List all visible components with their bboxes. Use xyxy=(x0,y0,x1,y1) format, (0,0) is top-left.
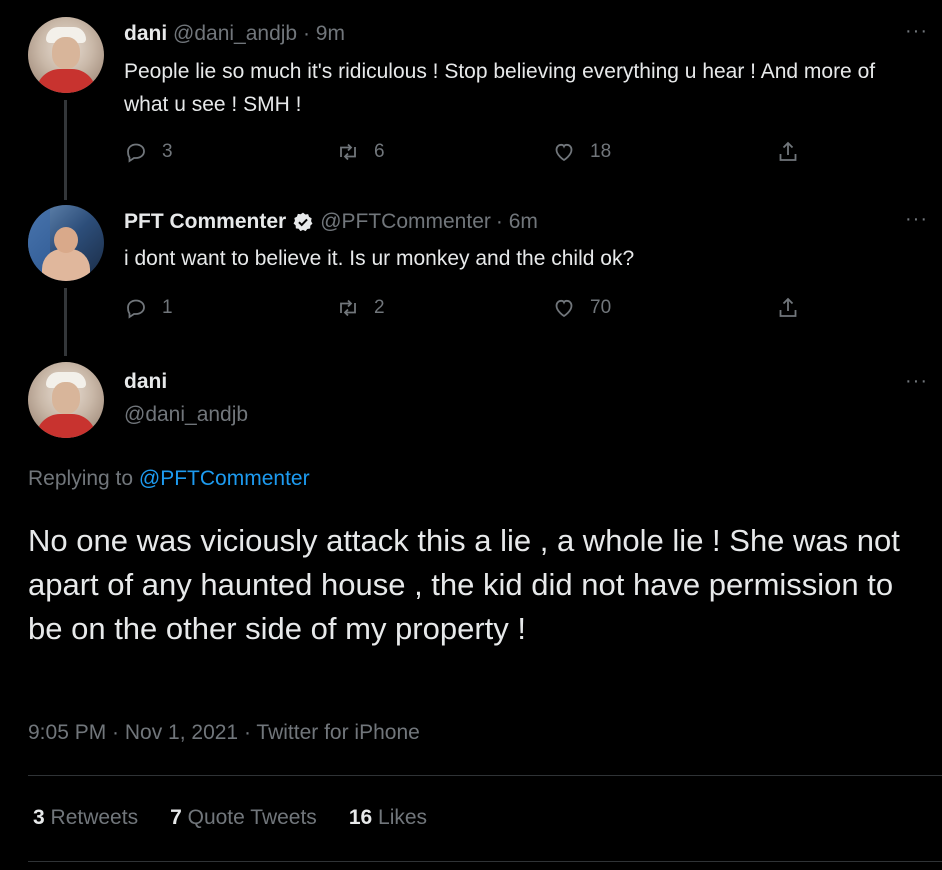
verified-badge-icon xyxy=(293,212,313,232)
likes-count: 16 xyxy=(348,806,373,829)
like-count: 18 xyxy=(590,141,612,162)
more-horizontal-icon[interactable]: ··· xyxy=(905,370,928,393)
author-handle[interactable]: @dani_andjb xyxy=(173,22,297,45)
likes-label: Likes xyxy=(378,806,428,829)
author-name[interactable]: PFT Commenter xyxy=(124,210,286,234)
heart-icon xyxy=(555,143,573,162)
thread-line xyxy=(64,100,67,200)
main-tweet-text: No one was viciously attack this a lie ,… xyxy=(28,523,900,646)
tweet-meta[interactable]: 9:05 PM · Nov 1, 2021 · Twitter for iPho… xyxy=(28,721,420,745)
retweet-button[interactable]: 2 xyxy=(336,296,385,320)
reply-icon xyxy=(127,299,145,319)
replying-to: Replying to @PFTCommenter xyxy=(28,467,310,491)
more-horizontal-icon[interactable]: ··· xyxy=(905,20,928,43)
reply-icon xyxy=(127,143,145,163)
replying-prefix: Replying to xyxy=(28,467,134,490)
author-handle[interactable]: @PFTCommenter xyxy=(320,210,491,234)
replying-to-link[interactable]: @PFTCommenter xyxy=(139,467,310,490)
avatar[interactable] xyxy=(28,205,104,281)
like-count: 70 xyxy=(590,297,612,318)
share-icon xyxy=(779,297,797,317)
tweet-text: i dont want to believe it. Is ur monkey … xyxy=(124,247,635,270)
tweet-time[interactable]: · 6m xyxy=(496,210,538,234)
retweets-label: Retweets xyxy=(50,806,139,829)
reply-count: 3 xyxy=(162,141,173,162)
tweet-stats: 3 Retweets 7 Quote Tweets 16 Likes xyxy=(33,806,427,830)
like-button[interactable]: 18 xyxy=(552,140,611,164)
retweet-button[interactable]: 6 xyxy=(336,140,385,164)
author-handle[interactable]: @dani_andjb xyxy=(124,403,248,427)
reply-button[interactable]: 3 xyxy=(124,140,173,164)
retweets-stat[interactable]: 3 Retweets xyxy=(33,806,138,830)
divider xyxy=(28,775,942,776)
retweet-icon xyxy=(340,143,356,161)
retweet-count: 2 xyxy=(374,297,385,318)
avatar[interactable] xyxy=(28,17,104,93)
author-name[interactable]: dani xyxy=(124,370,167,394)
tweet-time[interactable]: · 9m xyxy=(303,22,345,45)
quotes-count: 7 xyxy=(170,806,182,829)
quotes-stat[interactable]: 7 Quote Tweets xyxy=(170,806,317,830)
more-horizontal-icon[interactable]: ··· xyxy=(905,208,928,231)
share-button[interactable] xyxy=(776,140,814,164)
like-button[interactable]: 70 xyxy=(552,296,611,320)
thread-line xyxy=(64,288,67,356)
retweet-count: 6 xyxy=(374,141,385,162)
tweet-text: People lie so much it's ridiculous ! Sto… xyxy=(124,60,876,116)
quotes-label: Quote Tweets xyxy=(187,806,317,829)
likes-stat[interactable]: 16 Likes xyxy=(349,806,427,830)
share-icon xyxy=(779,141,797,161)
retweet-icon xyxy=(340,299,356,317)
reply-count: 1 xyxy=(162,297,173,318)
reply-button[interactable]: 1 xyxy=(124,296,173,320)
author-name[interactable]: dani xyxy=(124,22,167,45)
divider xyxy=(28,861,942,862)
avatar[interactable] xyxy=(28,362,104,438)
retweets-count: 3 xyxy=(33,806,45,829)
heart-icon xyxy=(555,299,573,318)
share-button[interactable] xyxy=(776,296,814,320)
